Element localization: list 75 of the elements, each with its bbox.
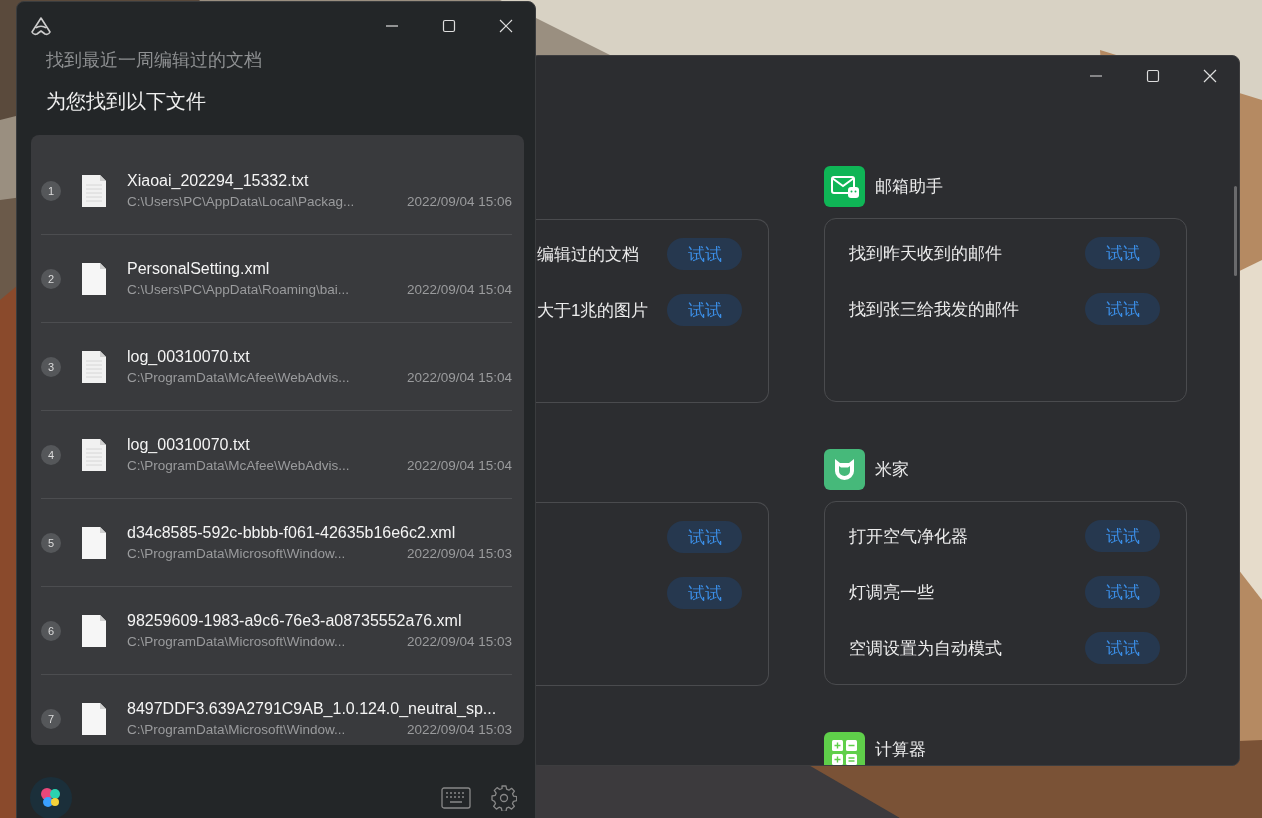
text-file-icon — [80, 436, 108, 473]
example-command: 找到昨天收到的邮件 — [849, 242, 1002, 265]
file-name: 8497DDF3.639A2791C9AB_1.0.124.0_neutral_sp... — [127, 700, 498, 718]
file-path: C:\Users\PC\AppData\Roaming\bai... — [127, 282, 350, 297]
assistant-reply: 为您找到以下文件 — [46, 89, 207, 114]
try-button[interactable]: 试试 — [1085, 632, 1160, 664]
file-path: C:\ProgramData\Microsoft\Window... — [127, 722, 346, 737]
modified-time: 2022/09/04 15:06 — [406, 194, 512, 209]
modified-time: 2022/09/04 15:03 — [406, 546, 512, 561]
example-command: 空调设置为自动模式 — [849, 637, 1002, 660]
example-command: 打开空气净化器 — [849, 525, 968, 548]
try-button[interactable]: 试试 — [1085, 237, 1160, 269]
try-button[interactable]: 试试 — [667, 294, 742, 326]
settings-icon[interactable] — [491, 785, 517, 811]
modified-time: 2022/09/04 15:03 — [406, 722, 512, 737]
file-icon — [80, 612, 108, 649]
shield-icon — [824, 449, 865, 490]
example-command: 找到张三给我发的邮件 — [849, 298, 1019, 321]
file-icon — [80, 524, 108, 561]
file-name: PersonalSetting.xml — [127, 260, 271, 278]
section-title: 邮箱助手 — [875, 176, 943, 198]
close-icon[interactable] — [499, 19, 513, 33]
file-name: log_00310070.txt — [127, 348, 251, 366]
logo-icon — [29, 16, 53, 36]
example-command: 灯调亮一些 — [849, 581, 934, 604]
modified-time: 2022/09/04 15:04 — [406, 458, 512, 473]
section-title: 米家 — [875, 459, 909, 481]
try-button[interactable]: 试试 — [667, 577, 742, 609]
file-item[interactable]: 3 log_00310070.txt C:\ProgramData\McAfee\WebAdvis... 2022/09/04 15:04 — [41, 323, 512, 411]
file-icon — [80, 700, 108, 737]
file-name: d34c8585-592c-bbbb-f061-42635b16e6c2.xml — [127, 524, 457, 542]
calculator-icon — [824, 732, 865, 765]
try-button[interactable]: 试试 — [1085, 293, 1160, 325]
try-button[interactable]: 试试 — [1085, 520, 1160, 552]
file-name: 98259609-1983-a9c6-76e3-a08735552a76.xml — [127, 612, 463, 630]
try-button[interactable]: 试试 — [667, 521, 742, 553]
scrollbar[interactable] — [1234, 186, 1237, 276]
mail-icon — [824, 166, 865, 207]
file-item[interactable]: 6 98259609-1983-a9c6-76e3-a08735552a76.xml C:\ProgramData\Microsoft\Window... 2022/09/04 15:03 — [41, 587, 512, 675]
example-command: 大于1兆的图片 — [537, 299, 649, 322]
text-file-icon — [80, 348, 108, 385]
text-file-icon — [80, 172, 108, 209]
user-query: 找到最近一周编辑过的文档 — [46, 49, 263, 72]
modified-time: 2022/09/04 15:04 — [406, 370, 512, 385]
modified-time: 2022/09/04 15:03 — [406, 634, 512, 649]
file-icon — [80, 260, 108, 297]
keyboard-icon[interactable] — [441, 787, 471, 809]
file-path: C:\ProgramData\McAfee\WebAdvis... — [127, 458, 350, 473]
file-item[interactable]: 7 8497DDF3.639A2791C9AB_1.0.124.0_neutral_sp... C:\ProgramData\Microsoft\Window... 2022/09/04 15:03 — [41, 675, 512, 745]
number-badge: 5 — [41, 532, 61, 553]
file-path: C:\ProgramData\McAfee\WebAdvis... — [127, 370, 350, 385]
file-name: Xiaoai_202294_15332.txt — [127, 172, 310, 190]
file-path: C:\ProgramData\Microsoft\Window... — [127, 634, 346, 649]
file-name: log_00310070.txt — [127, 436, 251, 454]
number-badge: 7 — [41, 708, 61, 729]
maximize-icon[interactable] — [1146, 69, 1160, 83]
file-path: C:\ProgramData\Microsoft\Window... — [127, 546, 346, 561]
modified-time: 2022/09/04 15:04 — [406, 282, 512, 297]
file-item[interactable]: 1 Xiaoai_202294_15332.txt C:\Users\PC\AppData\Local\Packag... 2022/09/04 15:06 — [41, 147, 512, 235]
assistant-orb-icon[interactable] — [29, 776, 73, 818]
number-badge: 2 — [41, 268, 61, 289]
example-command: 编辑过的文档 — [537, 243, 639, 266]
try-button[interactable]: 试试 — [1085, 576, 1160, 608]
number-badge: 4 — [41, 444, 61, 465]
number-badge: 3 — [41, 356, 61, 377]
number-badge: 6 — [41, 620, 61, 641]
maximize-icon[interactable] — [442, 19, 456, 33]
file-path: C:\Users\PC\AppData\Local\Packag... — [127, 194, 355, 209]
file-item[interactable]: 4 log_00310070.txt C:\ProgramData\McAfee\WebAdvis... 2022/09/04 15:04 — [41, 411, 512, 499]
section-title: 计算器 — [875, 739, 926, 761]
close-icon[interactable] — [1203, 69, 1217, 83]
file-item[interactable]: 5 d34c8585-592c-bbbb-f061-42635b16e6c2.xml C:\ProgramData\Microsoft\Window... 2022/09/04 15:03 — [41, 499, 512, 587]
file-item[interactable]: 2 PersonalSetting.xml C:\Users\PC\AppData\Roaming\bai... 2022/09/04 15:04 — [41, 235, 512, 323]
try-button[interactable]: 试试 — [667, 238, 742, 270]
number-badge: 1 — [41, 180, 61, 201]
